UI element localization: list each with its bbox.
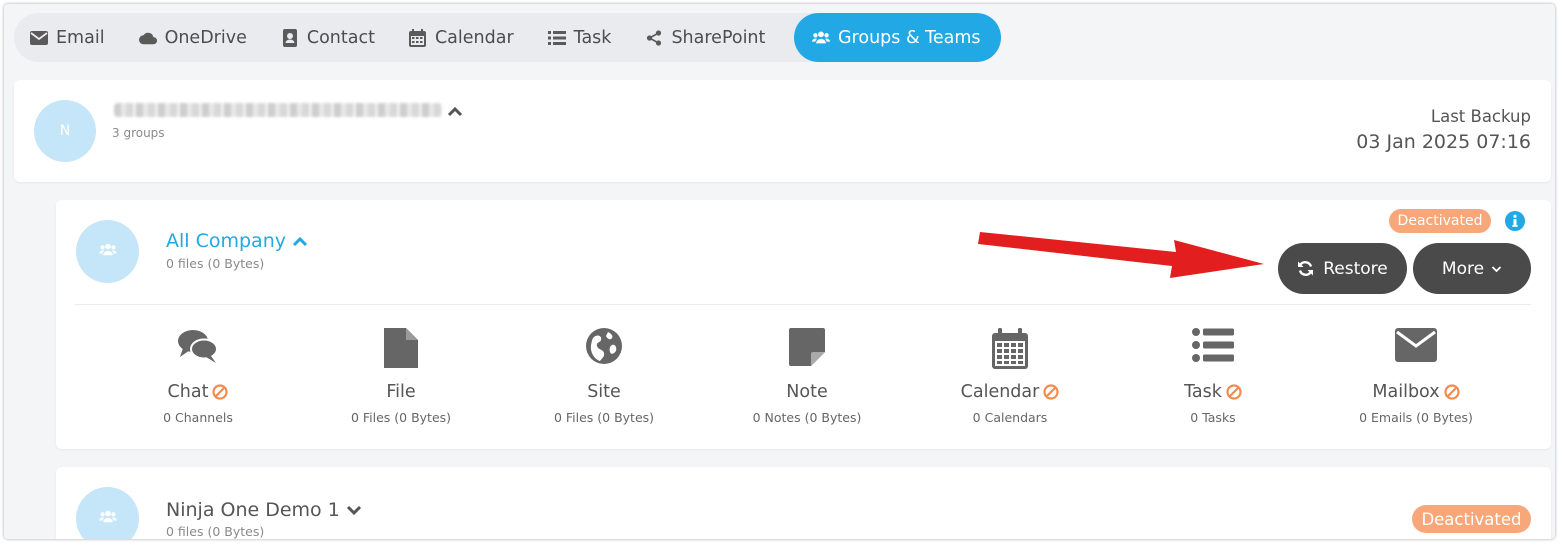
tab-label: Contact (306, 27, 375, 48)
account-group-count: 3 groups (112, 126, 165, 140)
feature-chat[interactable]: Chat 0 Channels (98, 328, 298, 425)
list-icon (1113, 328, 1313, 372)
feature-label: Task (1184, 382, 1222, 402)
group-name: Ninja One Demo 1 (166, 499, 340, 521)
feature-site[interactable]: Site 0 Files (0 Bytes) (504, 328, 704, 425)
chevron-up-icon[interactable] (447, 102, 463, 121)
feature-count: 0 Files (0 Bytes) (553, 410, 655, 425)
last-backup-value: 03 Jan 2025 07:16 (1356, 131, 1531, 153)
last-backup-label: Last Backup (1430, 107, 1531, 126)
feature-count: 0 Tasks (1190, 410, 1236, 425)
info-icon[interactable] (1505, 211, 1525, 231)
tab-sharepoint[interactable]: SharePoint (645, 13, 765, 62)
users-icon (98, 243, 117, 261)
calendar-icon (910, 328, 1110, 372)
feature-label: Note (786, 382, 828, 402)
users-icon (98, 510, 117, 528)
feature-count: 0 Calendars (972, 410, 1048, 425)
group-name: All Company (166, 230, 286, 252)
list-icon (547, 29, 566, 47)
feature-file[interactable]: File 0 Files (0 Bytes) (301, 328, 501, 425)
disabled-icon (1226, 384, 1242, 400)
globe-icon (504, 328, 704, 372)
tab-groups-teams[interactable]: Groups & Teams (794, 13, 1001, 62)
feature-task[interactable]: Task 0 Tasks (1113, 328, 1313, 425)
divider (75, 304, 1531, 305)
disabled-icon (1043, 384, 1059, 400)
feature-label: Site (587, 382, 621, 402)
refresh-icon (1297, 260, 1314, 277)
feature-label: File (386, 382, 416, 402)
tab-contact[interactable]: Contact (281, 13, 375, 62)
avatar: N (34, 100, 96, 162)
account-email-redacted (114, 103, 442, 117)
tab-label: Task (573, 27, 612, 48)
group-title[interactable]: Ninja One Demo 1 (166, 499, 362, 521)
feature-count: 0 Emails (0 Bytes) (1359, 410, 1473, 425)
disabled-icon (1443, 384, 1460, 400)
tab-label: Groups & Teams (838, 27, 981, 48)
tab-task[interactable]: Task (547, 13, 612, 62)
tab-label: OneDrive (164, 27, 247, 48)
feature-grid: Chat 0 Channels File 0 Files (0 Bytes) S… (94, 328, 1534, 438)
tab-label: SharePoint (671, 27, 766, 48)
feature-label: Chat (167, 382, 209, 402)
cloud-icon (138, 29, 157, 47)
calendar-icon (409, 28, 427, 47)
feature-mailbox[interactable]: Mailbox 0 Emails (0 Bytes) (1316, 328, 1516, 425)
disabled-icon (212, 384, 229, 400)
service-tab-bar: Email OneDrive Contact Calendar Task Sha… (14, 13, 1001, 62)
app-frame: Email OneDrive Contact Calendar Task Sha… (4, 4, 1555, 539)
group-card: All Company 0 files (0 Bytes) Deactivate… (56, 200, 1551, 449)
status-badge: Deactivated (1412, 505, 1531, 533)
chevron-down-icon[interactable] (346, 499, 362, 521)
group-avatar (76, 487, 139, 539)
feature-note[interactable]: Note 0 Notes (0 Bytes) (707, 328, 907, 425)
envelope-icon (1316, 328, 1516, 372)
group-title[interactable]: All Company (166, 230, 308, 252)
note-icon (707, 328, 907, 372)
group-summary: 0 files (0 Bytes) (166, 256, 265, 271)
chevron-up-icon[interactable] (292, 230, 308, 252)
contact-card-icon (281, 28, 299, 47)
feature-label: Calendar (960, 382, 1040, 402)
chat-icon (98, 328, 298, 372)
account-card: N 3 groups Last Backup 03 Jan 2025 07:16 (14, 80, 1551, 182)
feature-calendar[interactable]: Calendar 0 Calendars (910, 328, 1110, 425)
feature-count: 0 Files (0 Bytes) (350, 410, 452, 425)
status-badge: Deactivated (1389, 209, 1491, 233)
chevron-down-icon (1491, 265, 1502, 273)
users-icon (812, 29, 830, 47)
file-icon (301, 328, 501, 372)
feature-count: 0 Notes (0 Bytes) (752, 410, 862, 425)
tab-calendar[interactable]: Calendar (409, 13, 514, 62)
more-label: More (1441, 258, 1485, 279)
tab-label: Calendar (434, 27, 514, 48)
restore-label: Restore (1323, 258, 1388, 279)
share-icon (645, 29, 663, 47)
group-avatar (76, 220, 139, 283)
tab-email[interactable]: Email (30, 13, 105, 62)
more-button[interactable]: More (1413, 243, 1531, 294)
restore-button[interactable]: Restore (1278, 243, 1407, 294)
annotation-arrow-icon (978, 232, 1264, 278)
group-card: Ninja One Demo 1 0 files (0 Bytes) Deact… (56, 467, 1551, 539)
feature-count: 0 Channels (163, 410, 233, 425)
feature-label: Mailbox (1372, 382, 1440, 402)
tab-label: Email (56, 27, 105, 48)
envelope-icon (30, 29, 48, 47)
tab-onedrive[interactable]: OneDrive (138, 13, 247, 62)
group-summary: 0 files (0 Bytes) (166, 524, 265, 539)
